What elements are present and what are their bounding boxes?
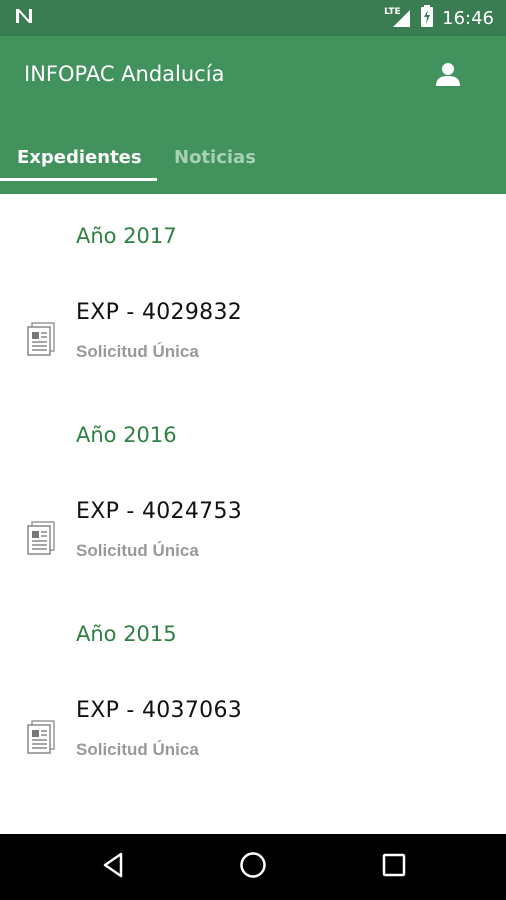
account-button[interactable] xyxy=(432,60,464,92)
app-bar: INFOPAC Andalucía Expedientes Noticias xyxy=(0,36,506,194)
active-tab-indicator xyxy=(0,178,157,181)
navigation-bar xyxy=(0,834,506,900)
person-icon xyxy=(435,61,461,91)
expediente-number: EXP - 4037063 xyxy=(76,698,243,723)
document-icon xyxy=(26,521,56,557)
home-button[interactable] xyxy=(236,850,270,884)
tab-bar: Expedientes Noticias xyxy=(0,120,273,194)
notification-n-icon xyxy=(14,7,34,29)
recents-button[interactable] xyxy=(377,850,411,884)
list-item[interactable]: EXP - 4029832 Solicitud Única xyxy=(0,300,506,380)
document-icon xyxy=(26,720,56,756)
list-item[interactable]: EXP - 4024753 Solicitud Única xyxy=(0,499,506,579)
expediente-type: Solicitud Única xyxy=(76,740,199,759)
lte-signal-icon: LTE xyxy=(384,7,412,29)
tab-noticias[interactable]: Noticias xyxy=(157,120,273,194)
tab-label: Expedientes xyxy=(17,146,142,168)
tab-label: Noticias xyxy=(174,146,256,168)
back-icon xyxy=(101,852,125,882)
app-title: INFOPAC Andalucía xyxy=(24,62,225,86)
expediente-type: Solicitud Única xyxy=(76,342,199,361)
year-header: Año 2015 xyxy=(76,622,177,646)
status-time: 16:46 xyxy=(442,7,494,29)
expediente-number: EXP - 4024753 xyxy=(76,499,243,524)
expediente-type: Solicitud Única xyxy=(76,541,199,560)
list-item[interactable]: EXP - 4037063 Solicitud Única xyxy=(0,698,506,778)
back-button[interactable] xyxy=(96,850,130,884)
status-bar: LTE 16:46 xyxy=(0,0,506,36)
battery-charging-icon xyxy=(420,5,434,31)
document-icon xyxy=(26,322,56,358)
home-icon xyxy=(239,851,267,883)
year-header: Año 2017 xyxy=(76,224,177,248)
recents-icon xyxy=(382,853,406,881)
tab-expedientes[interactable]: Expedientes xyxy=(0,120,157,194)
year-header: Año 2016 xyxy=(76,423,177,447)
expedientes-list[interactable]: Año 2017 EXP - 4029832 Solicitud Única A… xyxy=(0,194,506,834)
expediente-number: EXP - 4029832 xyxy=(76,300,243,325)
